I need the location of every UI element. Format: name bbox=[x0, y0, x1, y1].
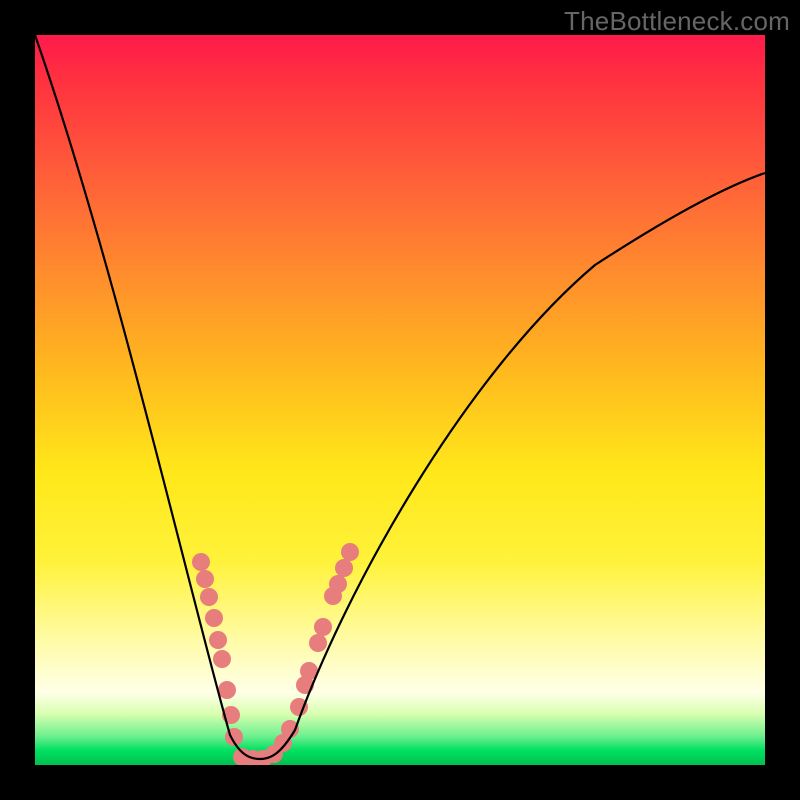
data-marker bbox=[218, 681, 236, 699]
data-marker bbox=[192, 553, 210, 571]
data-marker bbox=[314, 618, 332, 636]
chart-plot-area bbox=[35, 35, 765, 765]
bottleneck-curve-line bbox=[35, 35, 765, 759]
chart-svg bbox=[35, 35, 765, 765]
data-marker bbox=[209, 631, 227, 649]
data-marker bbox=[309, 634, 327, 652]
data-marker bbox=[341, 543, 359, 561]
marker-group bbox=[192, 543, 359, 765]
data-marker bbox=[335, 559, 353, 577]
data-marker bbox=[213, 650, 231, 668]
data-marker bbox=[205, 609, 223, 627]
data-marker bbox=[329, 575, 347, 593]
data-marker bbox=[200, 588, 218, 606]
data-marker bbox=[196, 570, 214, 588]
watermark-text: TheBottleneck.com bbox=[564, 6, 790, 37]
chart-frame: TheBottleneck.com bbox=[0, 0, 800, 800]
